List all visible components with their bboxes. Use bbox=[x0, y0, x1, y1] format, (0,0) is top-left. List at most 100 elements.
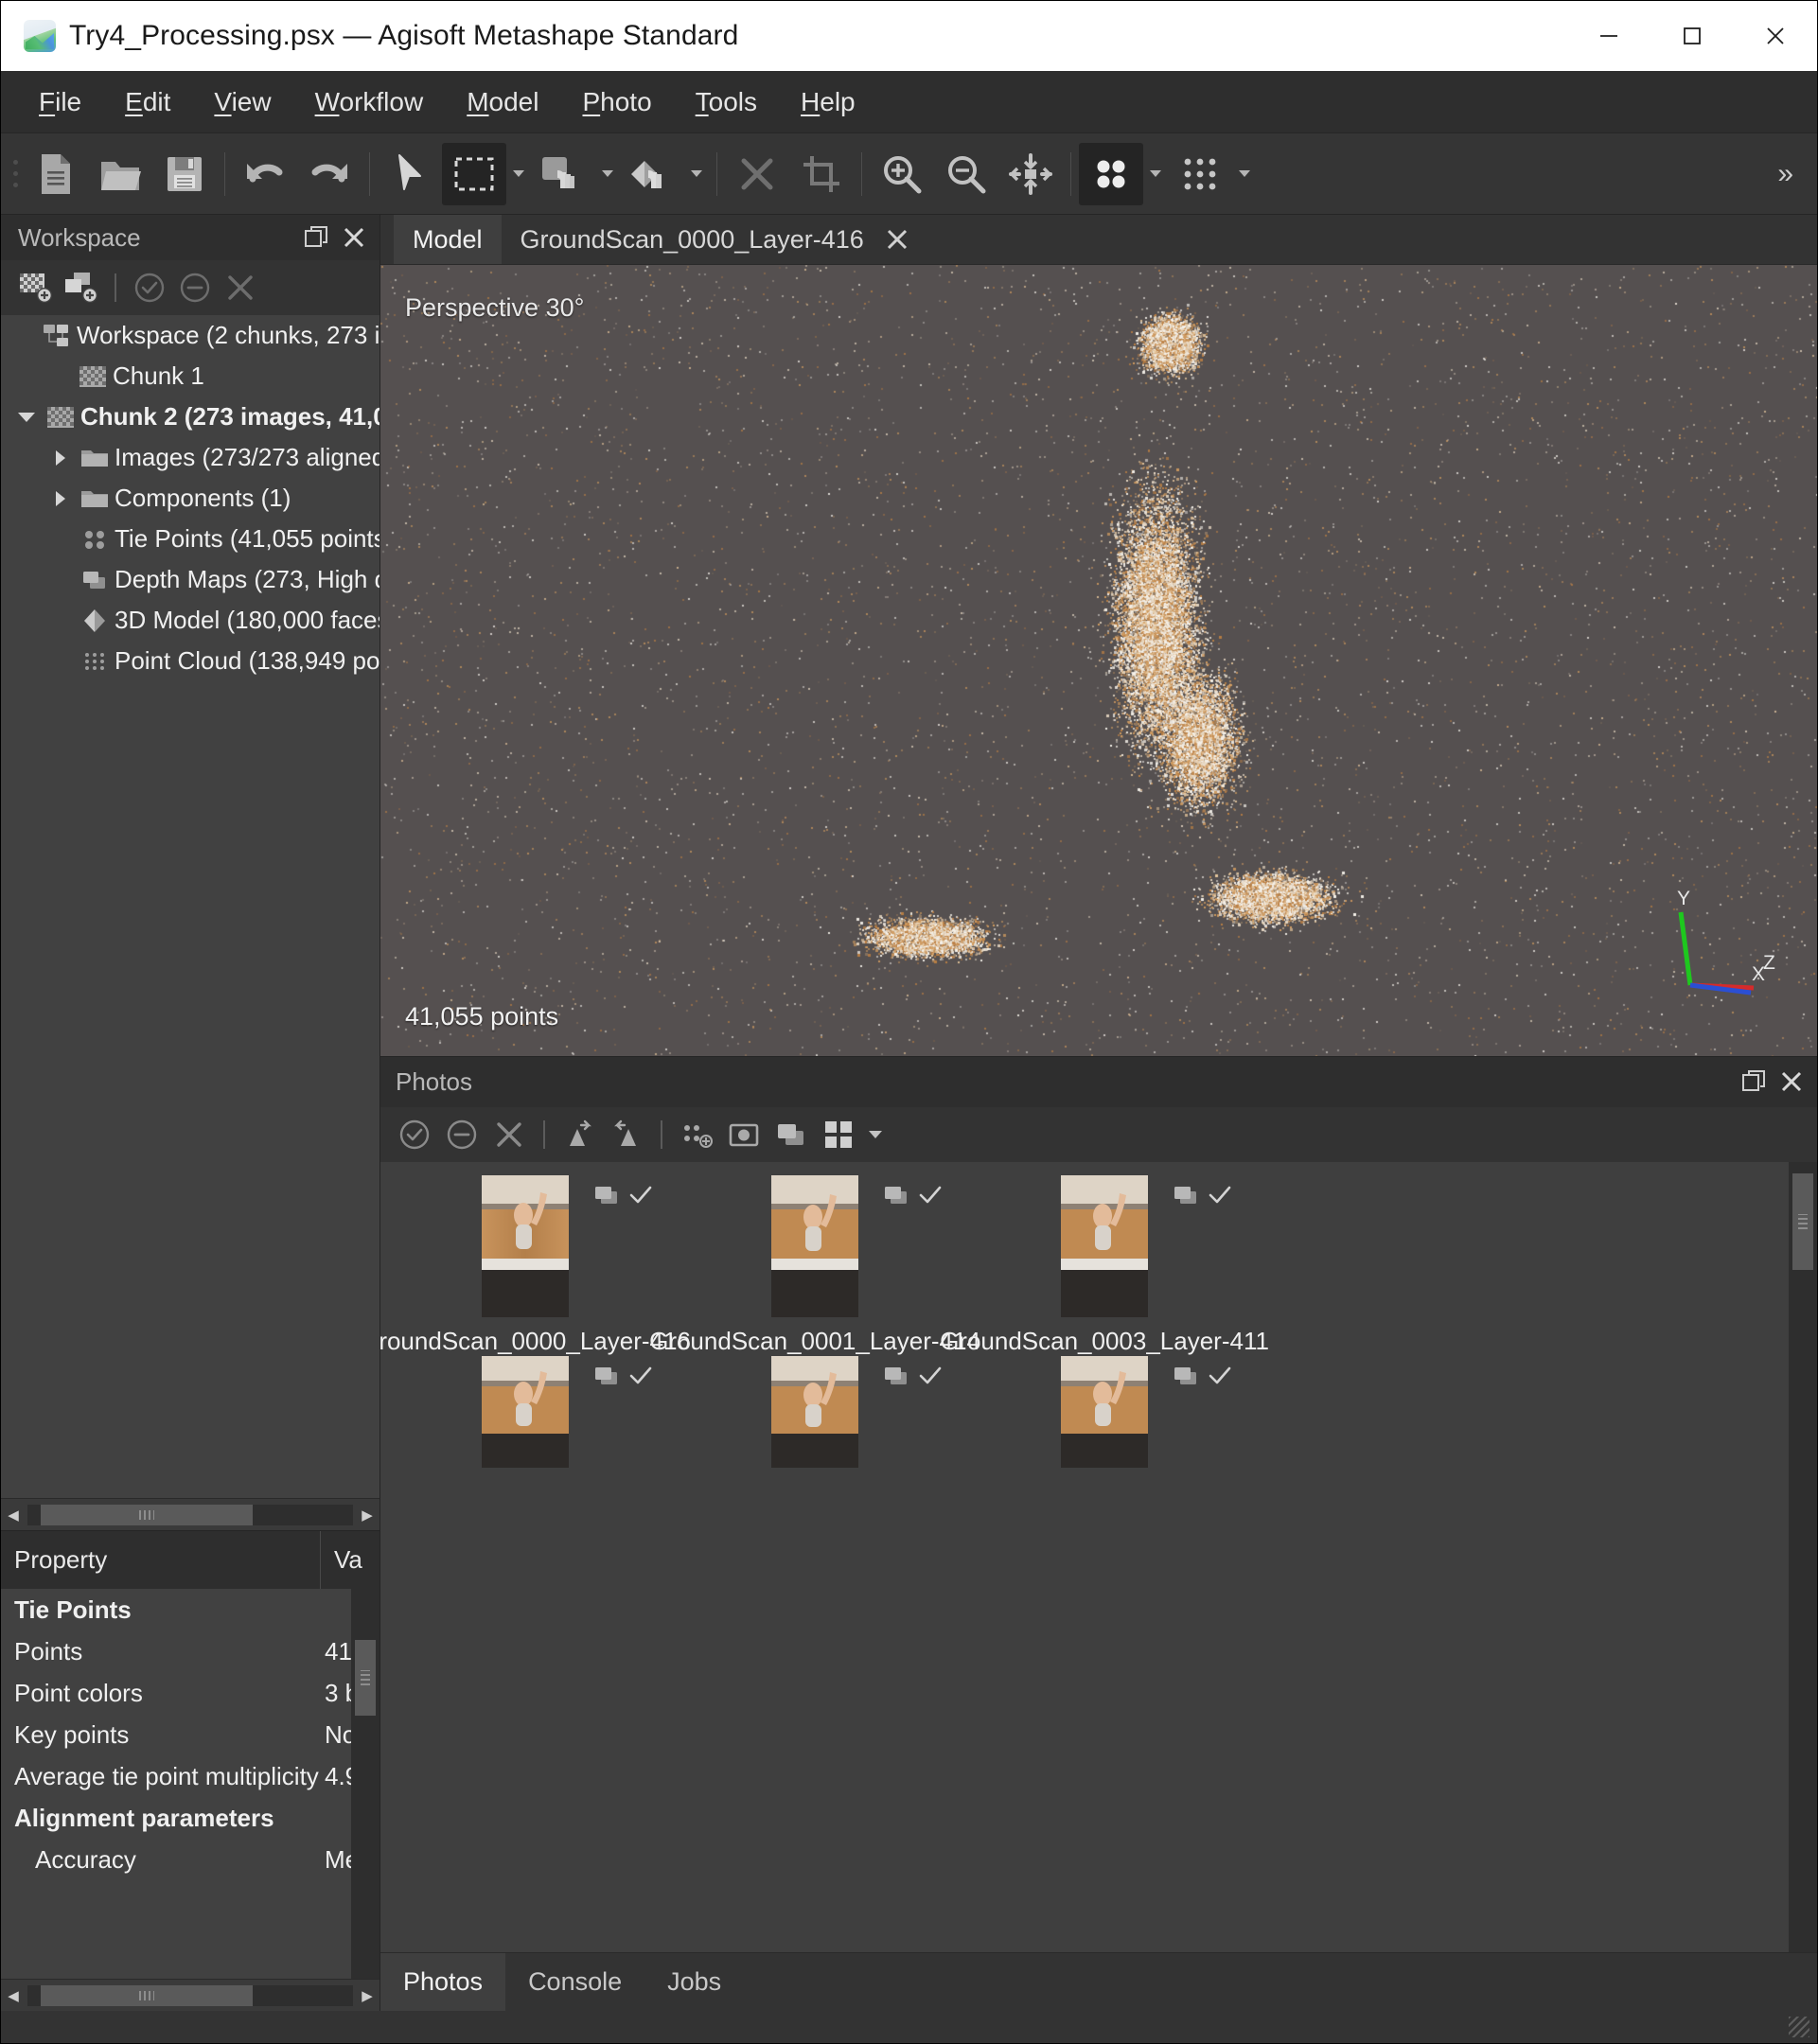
tab-jobs[interactable]: Jobs bbox=[644, 1953, 744, 2011]
camera-calibration-icon[interactable] bbox=[721, 1112, 767, 1157]
open-project-icon[interactable] bbox=[88, 143, 152, 205]
remove-cameras-icon[interactable] bbox=[486, 1112, 532, 1157]
minimize-button[interactable] bbox=[1567, 1, 1650, 71]
photo-item[interactable] bbox=[380, 1355, 670, 1477]
photo-thumbnail[interactable] bbox=[771, 1174, 858, 1317]
free-form-selection-dropdown[interactable] bbox=[595, 143, 620, 205]
property-row[interactable]: Tie Points bbox=[1, 1589, 379, 1630]
scroll-thumb[interactable] bbox=[41, 1504, 253, 1525]
model-viewport[interactable]: Perspective 30° 41,055 points X Y Z bbox=[380, 264, 1817, 1056]
delete-selection-icon[interactable] bbox=[725, 143, 789, 205]
photo-item[interactable]: GroundScan_0000_Layer-416 bbox=[380, 1174, 691, 1356]
tie-points-view-dropdown[interactable] bbox=[1232, 143, 1257, 205]
photo-item[interactable]: GroundScan_0003_Layer-411 bbox=[940, 1174, 1269, 1356]
property-row[interactable]: Points 41 bbox=[1, 1630, 379, 1672]
disable-icon[interactable] bbox=[173, 266, 217, 309]
property-row[interactable]: Average tie point multiplicity 4.9 bbox=[1, 1755, 379, 1797]
tab-model[interactable]: Model bbox=[394, 215, 502, 264]
chevron-right-icon[interactable] bbox=[46, 491, 75, 506]
workspace-tree[interactable]: Workspace (2 chunks, 273 images) Chunk 1… bbox=[1, 315, 379, 1498]
remove-items-icon[interactable] bbox=[219, 266, 262, 309]
scroll-left-icon[interactable]: ◀ bbox=[1, 1499, 26, 1531]
enable-icon[interactable] bbox=[128, 266, 171, 309]
scroll-thumb[interactable] bbox=[355, 1640, 376, 1716]
thumbnail-size-icon[interactable] bbox=[816, 1112, 861, 1157]
crop-selection-icon[interactable] bbox=[789, 143, 854, 205]
navigation-cursor-icon[interactable] bbox=[378, 143, 442, 205]
workspace-close-icon[interactable] bbox=[338, 221, 370, 254]
save-project-icon[interactable] bbox=[152, 143, 217, 205]
undo-icon[interactable] bbox=[233, 143, 297, 205]
tab-groundscan-0000[interactable]: GroundScan_0000_Layer-416 bbox=[502, 215, 928, 264]
workspace-horizontal-scrollbar[interactable]: ◀ ▶ bbox=[1, 1498, 379, 1530]
point-cloud-canvas[interactable] bbox=[380, 265, 1817, 1056]
scroll-left-icon[interactable]: ◀ bbox=[1, 1980, 26, 2012]
rectangle-selection-dropdown[interactable] bbox=[506, 143, 531, 205]
zoom-out-icon[interactable] bbox=[934, 143, 998, 205]
tree-item-components[interactable]: Components (1) bbox=[1, 478, 379, 519]
point-cloud-view-icon[interactable] bbox=[1079, 142, 1143, 205]
property-list[interactable]: Tie Points Points 41 Point colors 3 b Ke… bbox=[1, 1589, 379, 1979]
property-horizontal-scrollbar[interactable]: ◀ ▶ bbox=[1, 1979, 379, 2011]
resize-grip-icon[interactable] bbox=[1789, 2017, 1809, 2037]
photos-close-icon[interactable] bbox=[1775, 1066, 1808, 1098]
photo-thumbnail[interactable] bbox=[482, 1355, 569, 1468]
tree-item-depth-maps[interactable]: Depth Maps (273, High qualit bbox=[1, 559, 379, 600]
menu-help[interactable]: Help bbox=[782, 81, 874, 123]
add-chunk-icon[interactable] bbox=[14, 266, 58, 309]
tree-item-workspace[interactable]: Workspace (2 chunks, 273 images) bbox=[1, 315, 379, 356]
new-project-icon[interactable] bbox=[24, 143, 88, 205]
photo-thumbnail[interactable] bbox=[1061, 1355, 1148, 1468]
point-cloud-view-dropdown[interactable] bbox=[1143, 143, 1168, 205]
property-row[interactable]: Key points No bbox=[1, 1714, 379, 1755]
reset-view-icon[interactable] bbox=[998, 143, 1063, 205]
scroll-right-icon[interactable]: ▶ bbox=[355, 1980, 379, 2012]
close-button[interactable] bbox=[1734, 1, 1817, 71]
chevron-right-icon[interactable] bbox=[46, 450, 75, 466]
property-row[interactable]: Accuracy Me bbox=[1, 1839, 379, 1880]
rectangle-selection-icon[interactable] bbox=[442, 142, 506, 205]
disable-icon[interactable] bbox=[439, 1112, 485, 1157]
tree-item-tie-points[interactable]: Tie Points (41,055 points) bbox=[1, 519, 379, 559]
resize-region-dropdown[interactable] bbox=[684, 143, 709, 205]
redo-icon[interactable] bbox=[297, 143, 362, 205]
scroll-thumb[interactable] bbox=[41, 1984, 253, 2006]
maximize-button[interactable] bbox=[1650, 1, 1734, 71]
tab-close-icon[interactable] bbox=[885, 227, 909, 252]
property-row[interactable]: Point colors 3 b bbox=[1, 1672, 379, 1714]
tab-photos[interactable]: Photos bbox=[380, 1953, 506, 2011]
scroll-track[interactable] bbox=[27, 1504, 353, 1525]
toolbar-overflow-button[interactable]: » bbox=[1760, 158, 1811, 190]
enable-icon[interactable] bbox=[392, 1112, 437, 1157]
photos-gallery[interactable]: GroundScan_0000_Layer-416 GroundScan_000… bbox=[380, 1161, 1817, 1952]
tree-item-chunk-2[interactable]: Chunk 2 (273 images, 41,055 ti bbox=[1, 396, 379, 437]
photo-thumbnail[interactable] bbox=[1061, 1174, 1148, 1317]
photos-undock-icon[interactable] bbox=[1738, 1066, 1770, 1098]
scroll-right-icon[interactable]: ▶ bbox=[355, 1499, 379, 1531]
photo-item[interactable]: GroundScan_0001_Layer-414 bbox=[649, 1174, 980, 1356]
menu-workflow[interactable]: Workflow bbox=[296, 81, 443, 123]
tree-item-images[interactable]: Images (273/273 aligned) bbox=[1, 437, 379, 478]
property-vertical-scrollbar[interactable] bbox=[351, 1589, 379, 1979]
photo-thumbnail[interactable] bbox=[482, 1174, 569, 1317]
workspace-undock-icon[interactable] bbox=[300, 221, 332, 254]
menu-tools[interactable]: Tools bbox=[677, 81, 776, 123]
resize-region-icon[interactable] bbox=[620, 143, 684, 205]
add-photos-icon[interactable] bbox=[60, 266, 103, 309]
rotate-left-icon[interactable] bbox=[556, 1112, 602, 1157]
tree-item-point-cloud[interactable]: Point Cloud (138,949 points, bbox=[1, 641, 379, 681]
menu-file[interactable]: File bbox=[20, 81, 100, 123]
free-form-selection-icon[interactable] bbox=[531, 143, 595, 205]
photo-item[interactable] bbox=[960, 1355, 1249, 1477]
tree-item-3d-model[interactable]: 3D Model (180,000 faces, Hig bbox=[1, 600, 379, 641]
toolbar-grip[interactable] bbox=[7, 150, 24, 198]
photo-thumbnail[interactable] bbox=[771, 1355, 858, 1468]
menu-edit[interactable]: Edit bbox=[106, 81, 189, 123]
tie-points-view-icon[interactable] bbox=[1168, 143, 1232, 205]
zoom-in-icon[interactable] bbox=[870, 143, 934, 205]
chevron-down-icon[interactable] bbox=[12, 413, 41, 422]
photo-item[interactable] bbox=[670, 1355, 960, 1477]
tab-console[interactable]: Console bbox=[505, 1953, 644, 2011]
menu-view[interactable]: View bbox=[195, 81, 290, 123]
thumbnail-size-dropdown[interactable] bbox=[863, 1112, 888, 1157]
